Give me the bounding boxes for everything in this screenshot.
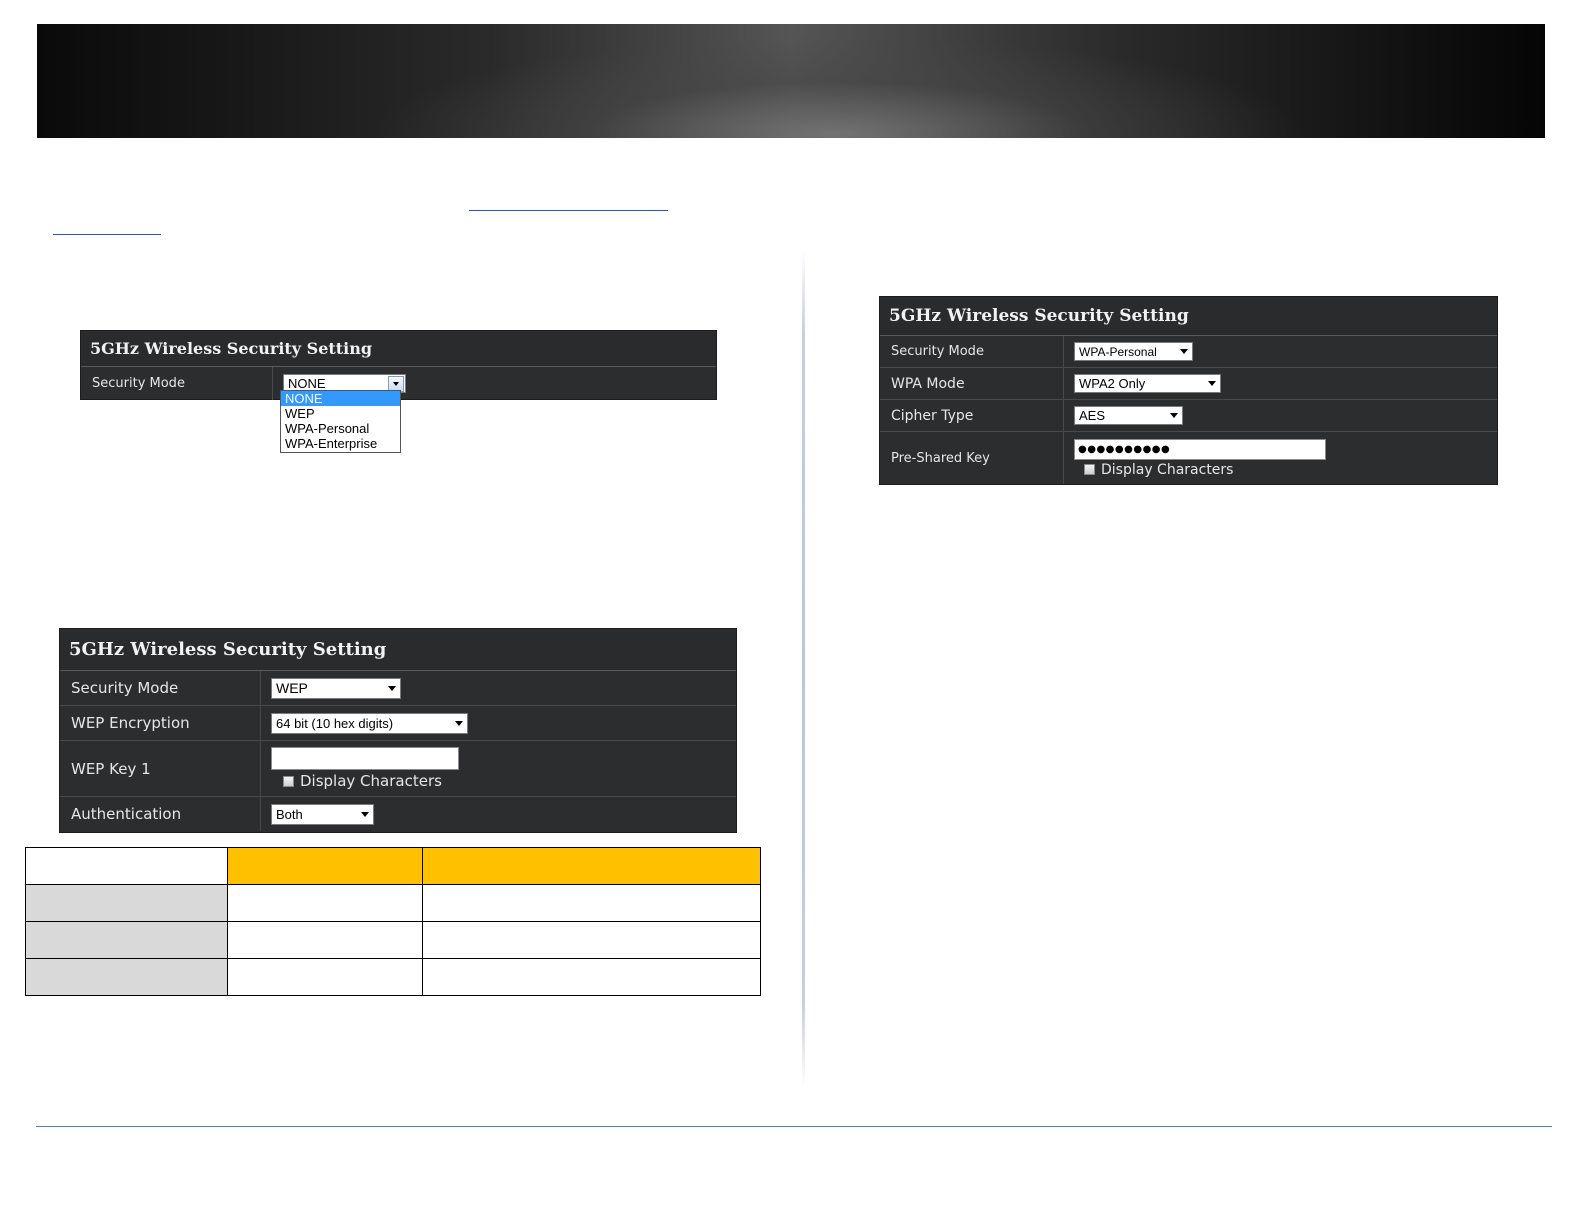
wep-encryption-value: 64 bit (10 hex digits) — [276, 715, 394, 731]
cipher-type-label: Cipher Type — [880, 400, 1064, 431]
pre-shared-key-input[interactable]: ●●●●●●●●●● — [1074, 438, 1326, 460]
table-row — [25, 921, 761, 959]
table-cell — [422, 921, 761, 959]
table-cell — [227, 921, 423, 959]
display-characters-checkbox[interactable] — [1084, 464, 1095, 475]
table-row — [25, 847, 761, 885]
security-panel-wpa-personal: 5GHz Wireless Security Setting Security … — [879, 296, 1498, 485]
security-mode-select[interactable]: WEP — [271, 677, 401, 699]
wep-encryption-label: WEP Encryption — [60, 706, 261, 740]
cipher-type-value: AES — [1079, 408, 1106, 423]
table-row — [25, 884, 761, 922]
wpa-mode-value: WPA2 Only — [1079, 376, 1146, 391]
pre-shared-key-label: Pre-Shared Key — [880, 432, 1064, 484]
table-header-cell — [227, 847, 423, 885]
security-mode-label: Security Mode — [60, 671, 261, 705]
table-label-cell — [25, 958, 228, 996]
display-characters-label: Display Characters — [1101, 461, 1234, 478]
table-cell — [422, 958, 761, 996]
display-characters-checkbox[interactable] — [283, 775, 294, 787]
wpa-mode-select[interactable]: WPA2 Only — [1074, 374, 1221, 393]
chevron-down-icon[interactable] — [361, 811, 369, 817]
cipher-type-select[interactable]: AES — [1074, 406, 1183, 425]
wep-key-input[interactable] — [271, 747, 459, 770]
table-row — [25, 958, 761, 996]
chevron-down-icon[interactable] — [455, 720, 463, 726]
security-mode-options: NONE WEP WPA-Personal WPA-Enterprise — [280, 390, 401, 453]
option-none[interactable]: NONE — [281, 391, 400, 406]
panel-title: 5GHz Wireless Security Setting — [60, 629, 736, 671]
authentication-label: Authentication — [60, 797, 261, 831]
chevron-down-icon[interactable] — [388, 685, 396, 691]
table-label-cell — [25, 921, 228, 959]
option-wep[interactable]: WEP — [281, 406, 400, 421]
table-cell — [227, 958, 423, 996]
security-mode-label: Security Mode — [880, 336, 1064, 367]
security-panel-wep: 5GHz Wireless Security Setting Security … — [59, 628, 737, 833]
security-mode-label: Security Mode — [81, 367, 273, 400]
option-wpa-personal[interactable]: WPA-Personal — [281, 421, 400, 436]
info-table — [25, 847, 761, 996]
table-cell — [25, 847, 228, 885]
header-banner — [37, 24, 1545, 138]
wpa-mode-label: WPA Mode — [880, 368, 1064, 399]
hyperlink-underline[interactable] — [469, 210, 668, 211]
panel-title: 5GHz Wireless Security Setting — [880, 297, 1497, 336]
security-mode-value: WEP — [276, 680, 308, 696]
display-characters-label: Display Characters — [300, 772, 442, 790]
table-label-cell — [25, 884, 228, 922]
security-mode-value: NONE — [288, 376, 326, 391]
option-wpa-enterprise[interactable]: WPA-Enterprise — [281, 436, 400, 451]
column-divider — [802, 250, 805, 1088]
footer-rule — [36, 1126, 1552, 1127]
chevron-down-icon[interactable] — [1208, 381, 1216, 386]
table-cell — [422, 884, 761, 922]
chevron-down-icon[interactable] — [1180, 349, 1188, 354]
hyperlink-underline-continued[interactable] — [53, 234, 161, 235]
wep-encryption-select[interactable]: 64 bit (10 hex digits) — [271, 712, 468, 734]
authentication-value: Both — [276, 806, 303, 822]
table-cell — [227, 884, 423, 922]
authentication-select[interactable]: Both — [271, 803, 374, 825]
security-mode-select[interactable]: WPA-Personal — [1074, 342, 1193, 361]
chevron-down-icon[interactable] — [1170, 413, 1178, 418]
panel-title: 5GHz Wireless Security Setting — [81, 331, 716, 367]
table-header-cell — [422, 847, 761, 885]
wep-key-label: WEP Key 1 — [60, 741, 261, 796]
security-mode-value: WPA-Personal — [1079, 344, 1157, 359]
